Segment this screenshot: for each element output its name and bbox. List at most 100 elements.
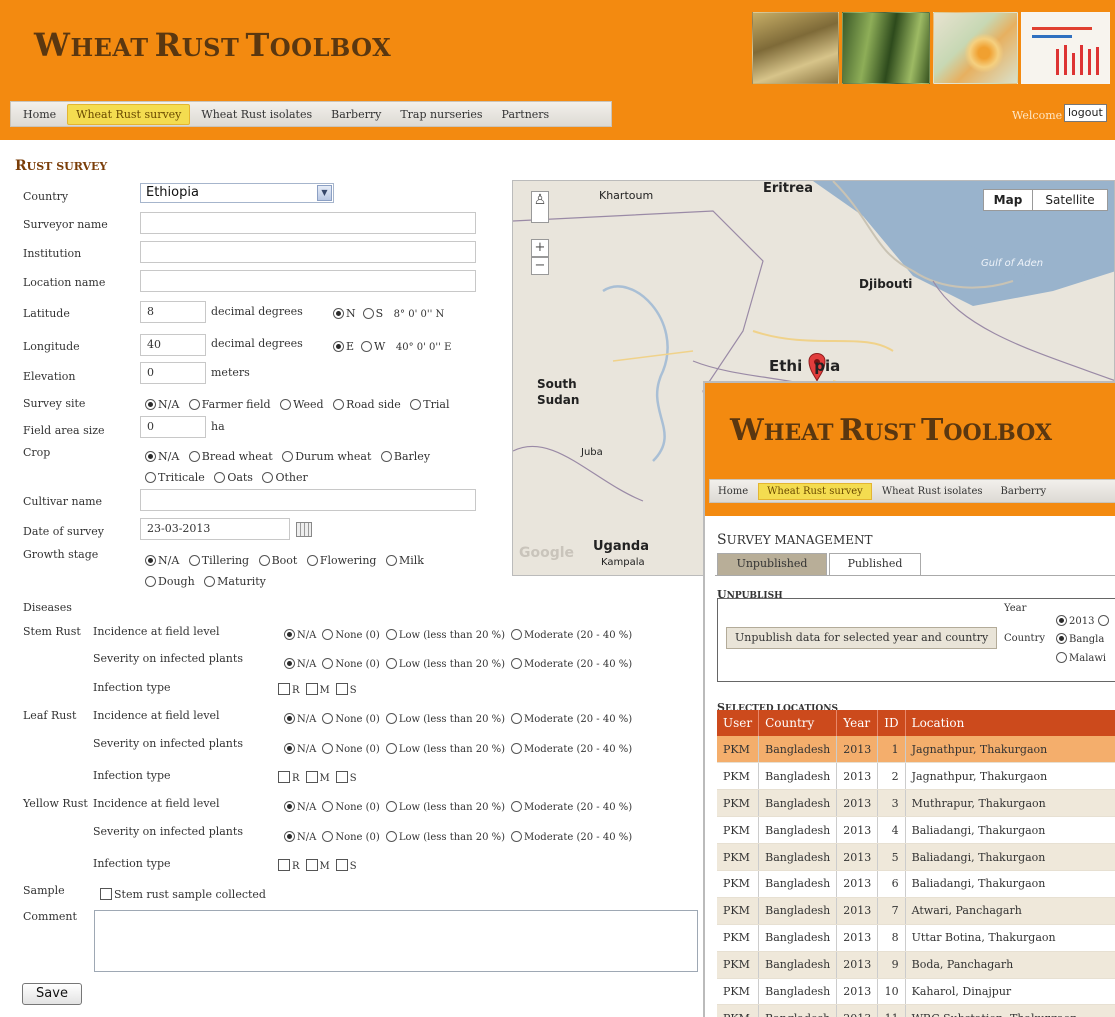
incidence-radio[interactable] <box>511 713 523 724</box>
severity-radio[interactable] <box>322 743 334 754</box>
crop-radio[interactable] <box>262 472 274 483</box>
table-row[interactable]: PKM Bangladesh 2013 3 Muthrapur, Thakurgaon <box>717 789 1115 818</box>
nav-barberry[interactable]: Barberry <box>323 105 389 124</box>
table-row[interactable]: PKM Bangladesh 2013 4 Baliadangi, Thakurgaon <box>717 816 1115 845</box>
nav-home[interactable]: Home <box>710 484 756 499</box>
map-type-satellite-button[interactable]: Satellite <box>1032 189 1108 211</box>
zoom-out-button[interactable]: − <box>531 257 549 275</box>
severity-radio[interactable] <box>284 658 295 669</box>
crop-radio[interactable] <box>145 451 156 462</box>
infection-checkbox[interactable] <box>278 771 290 783</box>
growth-radio[interactable] <box>145 576 156 587</box>
severity-radio[interactable] <box>385 831 397 842</box>
column-header[interactable]: User <box>717 710 760 736</box>
infection-checkbox[interactable] <box>278 859 290 871</box>
incidence-radio[interactable] <box>322 629 334 640</box>
nav-trap-nurseries[interactable]: Trap nurseries <box>392 105 490 124</box>
incidence-radio[interactable] <box>284 713 295 724</box>
incidence-radio[interactable] <box>511 801 523 812</box>
severity-radio[interactable] <box>511 831 523 842</box>
street-view-pegman-icon[interactable]: ♙ <box>531 191 549 223</box>
elevation-input[interactable]: 0 <box>140 362 206 384</box>
column-header[interactable]: ID <box>877 710 906 736</box>
infection-checkbox[interactable] <box>305 859 318 871</box>
chevron-down-icon[interactable]: ▼ <box>317 185 332 201</box>
nav-wheat-rust-survey[interactable]: Wheat Rust survey <box>67 103 191 125</box>
nav-wheat-rust-survey[interactable]: Wheat Rust survey <box>758 482 872 500</box>
year-radio[interactable] <box>1097 615 1109 626</box>
nav-wheat-rust-isolates[interactable]: Wheat Rust isolates <box>193 105 320 124</box>
survey-site-radio[interactable] <box>410 399 422 410</box>
infection-checkbox[interactable] <box>305 683 318 695</box>
surveyor-input[interactable] <box>140 212 476 234</box>
severity-radio[interactable] <box>284 831 295 842</box>
growth-radio[interactable] <box>385 555 397 566</box>
growth-radio[interactable] <box>306 555 318 566</box>
nav-partners[interactable]: Partners <box>494 105 558 124</box>
column-header[interactable]: Location <box>905 710 1115 736</box>
country-radio[interactable] <box>1056 633 1067 644</box>
survey-site-radio[interactable] <box>145 399 156 410</box>
column-header[interactable]: Year <box>836 710 879 736</box>
infection-checkbox[interactable] <box>278 683 290 695</box>
latitude-input[interactable]: 8 <box>140 301 206 323</box>
survey-site-radio[interactable] <box>188 399 200 410</box>
sample-checkbox[interactable]: Stem rust sample collected <box>100 888 266 901</box>
incidence-radio[interactable] <box>385 801 397 812</box>
incidence-radio[interactable] <box>511 629 523 640</box>
infection-checkbox[interactable] <box>335 771 348 783</box>
tab-published[interactable]: Published <box>829 553 921 575</box>
map-type-map-button[interactable]: Map <box>983 189 1033 211</box>
date-input[interactable]: 23-03-2013 <box>140 518 290 540</box>
nav-barberry[interactable]: Barberry <box>993 484 1055 499</box>
severity-radio[interactable] <box>511 658 523 669</box>
growth-radio[interactable] <box>145 555 156 566</box>
unpublish-button[interactable]: Unpublish data for selected year and cou… <box>726 627 998 649</box>
longitude-input[interactable]: 40 <box>140 334 206 356</box>
location-input[interactable] <box>140 270 476 292</box>
logout-button[interactable]: logout <box>1064 104 1107 122</box>
app-logo[interactable]: WHEAT RUST TOOLBOX <box>34 26 391 64</box>
table-row[interactable]: PKM Bangladesh 2013 9 Boda, Panchagarh <box>717 951 1115 979</box>
crop-radio[interactable] <box>145 472 156 483</box>
growth-radio[interactable] <box>204 576 216 587</box>
table-row[interactable]: PKM Bangladesh 2013 7 Atwari, Panchagarh <box>717 897 1115 925</box>
overlay-logo[interactable]: WHEAT RUST TOOLBOX <box>730 413 1052 448</box>
incidence-radio[interactable] <box>284 629 295 640</box>
incidence-radio[interactable] <box>284 801 295 812</box>
country-select[interactable]: Ethiopia ▼ <box>140 183 334 203</box>
institution-input[interactable] <box>140 241 476 263</box>
checkbox[interactable] <box>100 888 112 900</box>
severity-radio[interactable] <box>322 658 334 669</box>
tab-unpublished[interactable]: Unpublished <box>717 553 827 575</box>
nav-home[interactable]: Home <box>15 105 64 124</box>
survey-site-radio[interactable] <box>333 399 345 410</box>
crop-radio[interactable] <box>188 451 200 462</box>
comment-textarea[interactable] <box>94 910 698 972</box>
field-area-input[interactable]: 0 <box>140 416 206 438</box>
country-option-bangladesh[interactable]: Bangla <box>1056 633 1104 645</box>
incidence-radio[interactable] <box>322 801 334 812</box>
zoom-in-button[interactable]: + <box>531 239 549 257</box>
nav-wheat-rust-isolates[interactable]: Wheat Rust isolates <box>874 484 991 499</box>
crop-radio[interactable] <box>282 451 294 462</box>
severity-radio[interactable] <box>385 658 397 669</box>
infection-checkbox[interactable] <box>335 859 348 871</box>
severity-radio[interactable] <box>511 743 523 754</box>
table-row[interactable]: PKM Bangladesh 2013 10 Kaharol, Dinajpur <box>717 978 1115 1006</box>
infection-checkbox[interactable] <box>305 771 318 783</box>
country-radio[interactable] <box>1056 652 1067 663</box>
country-option-malawi[interactable]: Malawi <box>1056 652 1106 664</box>
incidence-radio[interactable] <box>385 629 397 640</box>
crop-radio[interactable] <box>380 451 392 462</box>
calendar-icon[interactable] <box>296 522 312 537</box>
radio-s[interactable] <box>362 308 374 319</box>
year-option-2013[interactable]: 2013 <box>1056 615 1111 627</box>
table-row[interactable]: PKM Bangladesh 2013 2 Jagnathpur, Thakurgaon <box>717 762 1115 791</box>
infection-checkbox[interactable] <box>335 683 348 695</box>
table-row[interactable]: PKM Bangladesh 2013 1 Jagnathpur, Thakurgaon <box>717 736 1115 764</box>
table-row[interactable]: PKM Bangladesh 2013 8 Uttar Botina, Thakurga… <box>717 924 1115 952</box>
severity-radio[interactable] <box>385 743 397 754</box>
incidence-radio[interactable] <box>385 713 397 724</box>
survey-site-radio[interactable] <box>280 399 292 410</box>
